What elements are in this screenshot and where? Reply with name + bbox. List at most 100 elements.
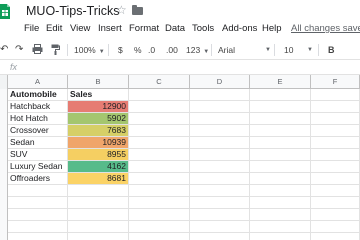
sheet-cell[interactable] bbox=[129, 197, 190, 208]
sheet-cell[interactable] bbox=[190, 89, 250, 100]
row-header[interactable] bbox=[0, 233, 8, 240]
increase-decimals-button[interactable]: .00 bbox=[166, 45, 178, 55]
row-header[interactable] bbox=[0, 197, 8, 209]
sheet-cell[interactable] bbox=[190, 221, 250, 232]
sheet-cell[interactable] bbox=[250, 137, 311, 148]
row-header[interactable] bbox=[0, 209, 8, 221]
folder-icon[interactable] bbox=[132, 5, 143, 15]
sheet-cell[interactable] bbox=[129, 185, 190, 196]
automobile-cell[interactable]: SUV bbox=[8, 149, 68, 160]
save-status-link[interactable]: All changes saved bbox=[291, 23, 360, 34]
menu-help[interactable]: Help bbox=[262, 23, 282, 34]
sales-cell[interactable]: 4162 bbox=[68, 161, 129, 172]
sheet-cell[interactable] bbox=[190, 173, 250, 184]
sheet-cell[interactable] bbox=[68, 185, 129, 196]
sheet-cell[interactable] bbox=[190, 101, 250, 112]
row-header[interactable] bbox=[0, 125, 8, 137]
header-cell-sales[interactable]: Sales bbox=[68, 89, 129, 100]
sheet-cell[interactable] bbox=[250, 197, 311, 208]
document-title[interactable]: MUO-Tips-Tricks bbox=[26, 4, 120, 18]
column-header-b[interactable]: B bbox=[68, 75, 129, 89]
sheet-cell[interactable] bbox=[250, 209, 311, 220]
sheet-cell[interactable] bbox=[311, 101, 360, 112]
sheet-cell[interactable] bbox=[311, 125, 360, 136]
sheet-cell[interactable] bbox=[129, 125, 190, 136]
sheet-cell[interactable] bbox=[68, 197, 129, 208]
sheet-cell[interactable] bbox=[190, 113, 250, 124]
header-cell-automobile[interactable]: Automobile bbox=[8, 89, 68, 100]
row-header[interactable] bbox=[0, 221, 8, 233]
sheet-cell[interactable] bbox=[8, 209, 68, 220]
sheet-cell[interactable] bbox=[311, 89, 360, 100]
sheet-cell[interactable] bbox=[250, 125, 311, 136]
sheet-cell[interactable] bbox=[8, 185, 68, 196]
sheet-cell[interactable] bbox=[311, 161, 360, 172]
automobile-cell[interactable]: Luxury Sedan bbox=[8, 161, 68, 172]
menu-view[interactable]: View bbox=[70, 23, 90, 34]
sheet-cell[interactable] bbox=[250, 89, 311, 100]
automobile-cell[interactable]: Hot Hatch bbox=[8, 113, 68, 124]
column-header-e[interactable]: E bbox=[250, 75, 311, 89]
sales-cell[interactable]: 8955 bbox=[68, 149, 129, 160]
row-header[interactable] bbox=[0, 89, 8, 101]
sheet-cell[interactable] bbox=[250, 173, 311, 184]
sheets-logo-icon[interactable] bbox=[0, 4, 10, 19]
menu-file[interactable]: File bbox=[24, 23, 39, 34]
automobile-cell[interactable]: Offroaders bbox=[8, 173, 68, 184]
sheet-cell[interactable] bbox=[190, 125, 250, 136]
column-header-a[interactable]: A bbox=[8, 75, 68, 89]
sheet-cell[interactable] bbox=[311, 149, 360, 160]
sheet-cell[interactable] bbox=[311, 185, 360, 196]
row-header[interactable] bbox=[0, 149, 8, 161]
font-family-select[interactable]: Arial ▼ bbox=[218, 45, 271, 55]
sheet-cell[interactable] bbox=[250, 233, 311, 240]
sheet-cell[interactable] bbox=[250, 161, 311, 172]
sales-cell[interactable]: 5902 bbox=[68, 113, 129, 124]
sheet-cell[interactable] bbox=[129, 233, 190, 240]
sheet-cell[interactable] bbox=[190, 185, 250, 196]
sheet-cell[interactable] bbox=[129, 173, 190, 184]
currency-format-button[interactable]: $ bbox=[118, 45, 123, 55]
sheet-cell[interactable] bbox=[190, 209, 250, 220]
sheet-cell[interactable] bbox=[190, 233, 250, 240]
percent-format-button[interactable]: % bbox=[134, 45, 142, 55]
sheet-cell[interactable] bbox=[129, 149, 190, 160]
paint-format-icon[interactable] bbox=[51, 44, 60, 55]
decrease-decimals-button[interactable]: .0 bbox=[148, 45, 155, 55]
row-header[interactable] bbox=[0, 101, 8, 113]
column-header-c[interactable]: C bbox=[129, 75, 190, 89]
formula-bar[interactable]: fx bbox=[0, 60, 360, 75]
sheet-cell[interactable] bbox=[250, 113, 311, 124]
row-header[interactable] bbox=[0, 161, 8, 173]
sheet-cell[interactable] bbox=[8, 221, 68, 232]
sheet-cell[interactable] bbox=[129, 161, 190, 172]
sheet-cell[interactable] bbox=[250, 149, 311, 160]
sales-cell[interactable]: 10939 bbox=[68, 137, 129, 148]
menu-data[interactable]: Data bbox=[165, 23, 185, 34]
column-header-f[interactable]: F bbox=[311, 75, 360, 89]
font-size-select[interactable]: 10 ▼ bbox=[284, 45, 314, 55]
sheet-cell[interactable] bbox=[311, 209, 360, 220]
redo-icon[interactable]: ↷ bbox=[15, 45, 23, 55]
sheet-cell[interactable] bbox=[311, 221, 360, 232]
zoom-select[interactable]: 100% ▼ bbox=[74, 45, 105, 57]
sheet-cell[interactable] bbox=[8, 197, 68, 208]
sheet-cell[interactable] bbox=[190, 161, 250, 172]
sales-cell[interactable]: 7683 bbox=[68, 125, 129, 136]
sheet-cell[interactable] bbox=[311, 233, 360, 240]
menu-insert[interactable]: Insert bbox=[98, 23, 122, 34]
menu-format[interactable]: Format bbox=[129, 23, 159, 34]
sales-cell[interactable]: 8681 bbox=[68, 173, 129, 184]
sheet-cell[interactable] bbox=[129, 89, 190, 100]
print-icon[interactable] bbox=[32, 44, 43, 54]
more-formats-select[interactable]: 123 ▼ bbox=[186, 45, 209, 57]
undo-icon[interactable]: ↶ bbox=[0, 45, 8, 55]
sheet-cell[interactable] bbox=[129, 221, 190, 232]
sheet-cell[interactable] bbox=[311, 197, 360, 208]
menu-add-ons[interactable]: Add-ons bbox=[222, 23, 257, 34]
row-header[interactable] bbox=[0, 113, 8, 125]
row-header[interactable] bbox=[0, 173, 8, 185]
sheet-cell[interactable] bbox=[311, 137, 360, 148]
sheet-cell[interactable] bbox=[250, 185, 311, 196]
sheet-cell[interactable] bbox=[129, 101, 190, 112]
